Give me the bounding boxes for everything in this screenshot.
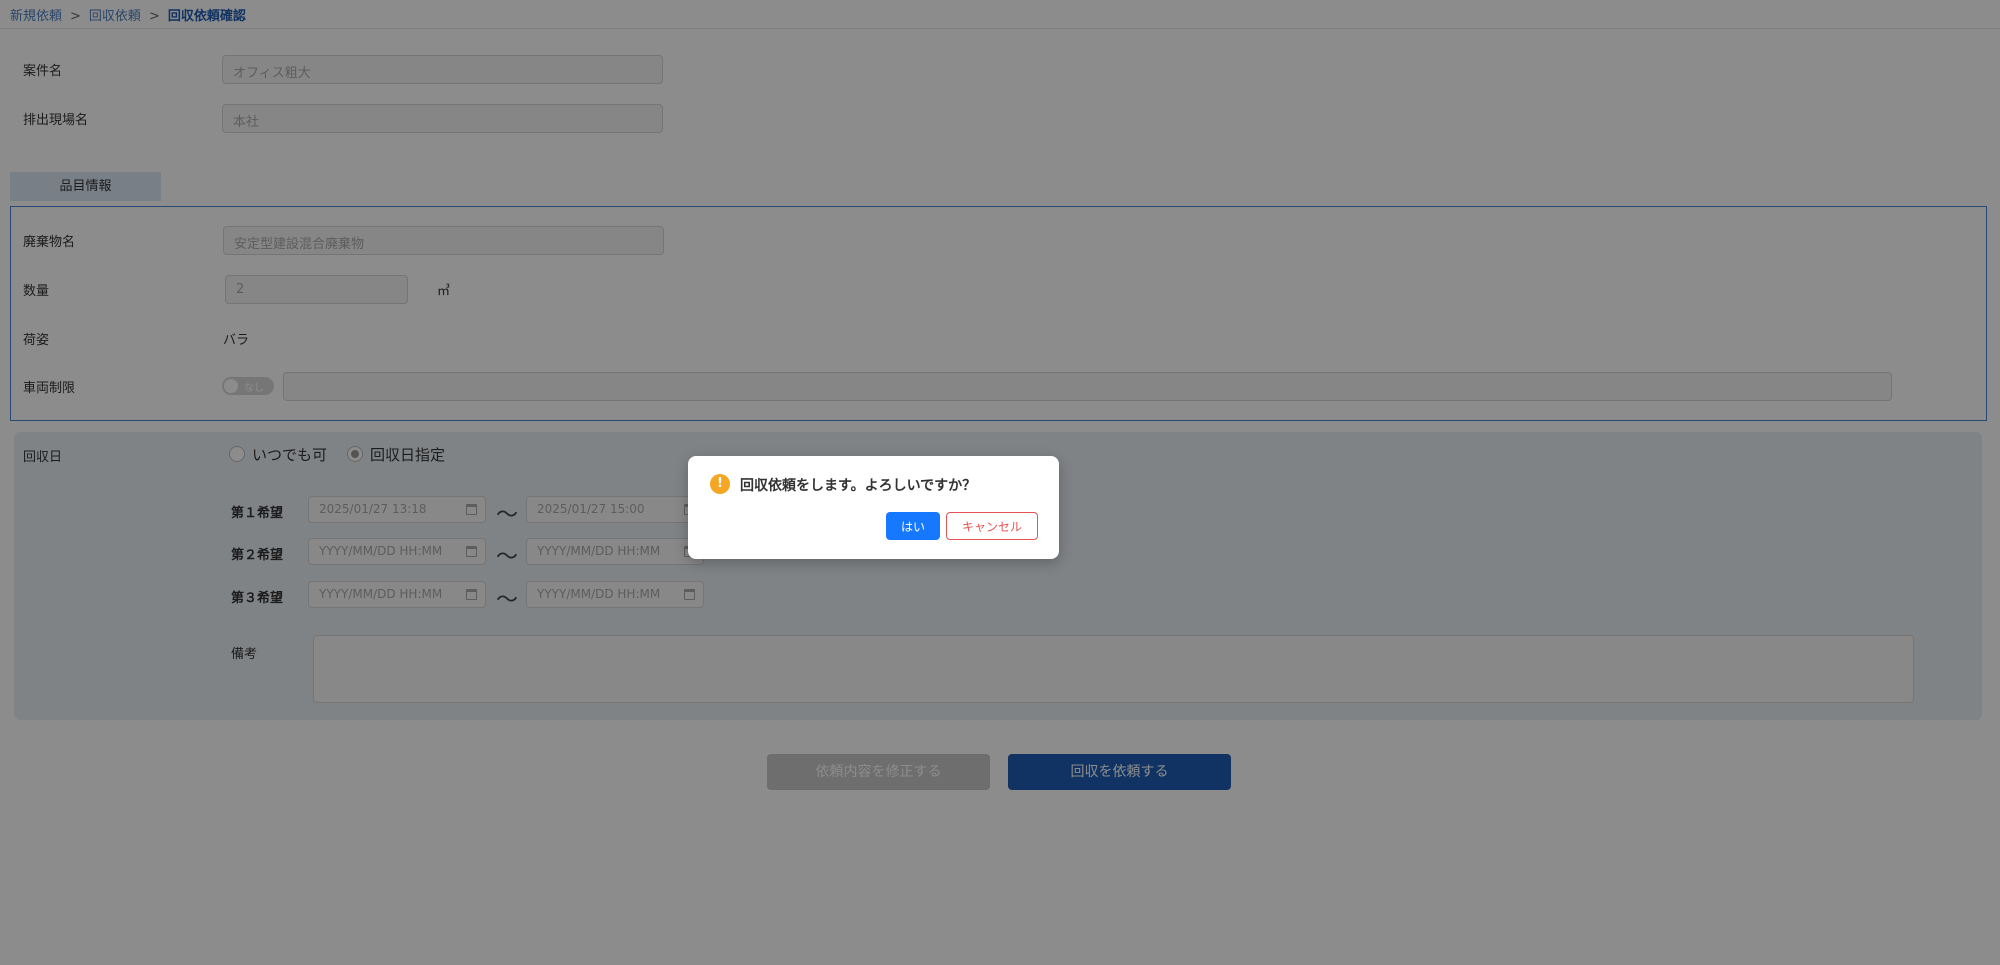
dialog-message: 回収依頼をします。よろしいですか？ bbox=[740, 478, 977, 494]
warning-icon: ! bbox=[710, 474, 730, 494]
confirm-dialog: ! 回収依頼をします。よろしいですか？ はい キャンセル bbox=[688, 456, 1059, 559]
confirm-yes-button[interactable]: はい bbox=[886, 512, 940, 540]
confirm-cancel-button[interactable]: キャンセル bbox=[946, 512, 1038, 540]
